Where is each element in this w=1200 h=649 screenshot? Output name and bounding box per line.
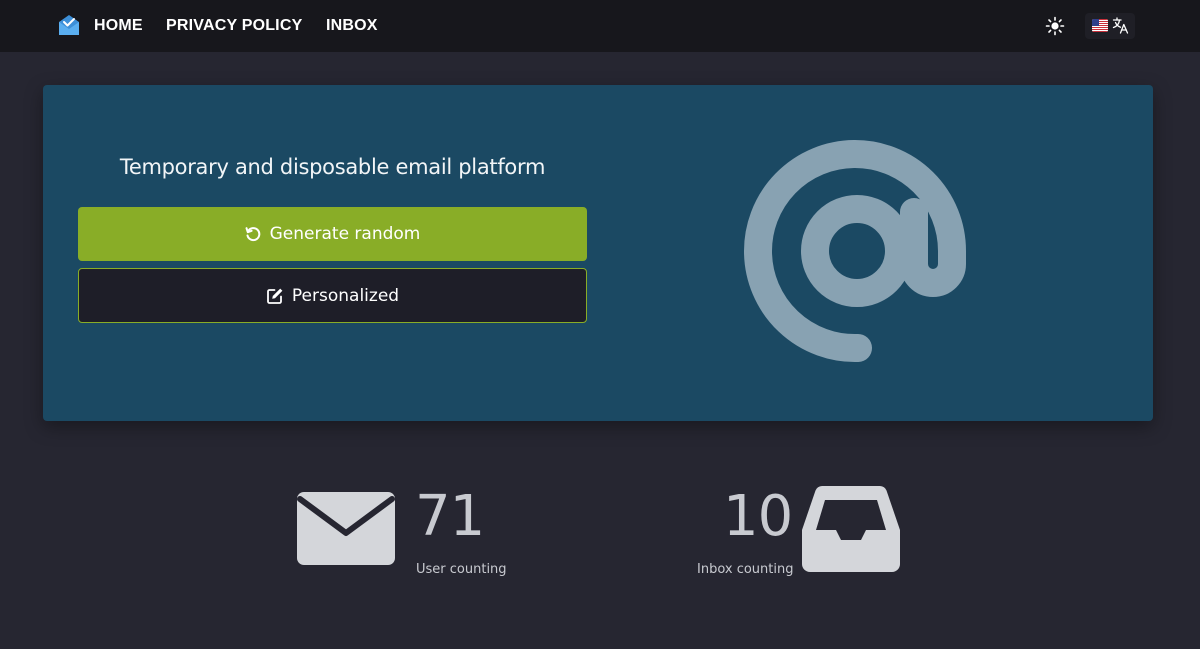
mail-check-logo-icon[interactable]	[58, 14, 80, 36]
edit-icon	[267, 288, 283, 304]
hero-title: Temporary and disposable email platform	[119, 155, 546, 179]
navbar: HOME PRIVACY POLICY INBOX	[0, 0, 1200, 52]
inbox-count-label: Inbox counting	[697, 562, 794, 577]
generate-random-label: Generate random	[269, 224, 421, 244]
user-count-label: User counting	[416, 562, 507, 577]
envelope-icon	[297, 492, 395, 565]
user-count-value: 71	[415, 484, 485, 549]
personalized-label: Personalized	[291, 285, 400, 306]
personalized-button[interactable]: Personalized	[78, 268, 587, 323]
inbox-tray-icon	[802, 486, 900, 572]
us-flag-icon	[1092, 19, 1108, 32]
at-sign-icon	[744, 140, 966, 363]
nav-inbox-link[interactable]: INBOX	[326, 0, 378, 52]
hero-panel: Temporary and disposable email platform …	[43, 85, 1153, 421]
rotate-left-icon	[245, 226, 260, 241]
nav-home-link[interactable]: HOME	[94, 0, 143, 52]
language-selector-button[interactable]	[1085, 13, 1135, 39]
sun-icon[interactable]	[1045, 16, 1065, 36]
translate-icon	[1112, 17, 1129, 34]
nav-privacy-policy-link[interactable]: PRIVACY POLICY	[166, 0, 302, 52]
inbox-count-value: 10	[723, 484, 793, 549]
generate-random-button[interactable]: Generate random	[78, 207, 587, 261]
